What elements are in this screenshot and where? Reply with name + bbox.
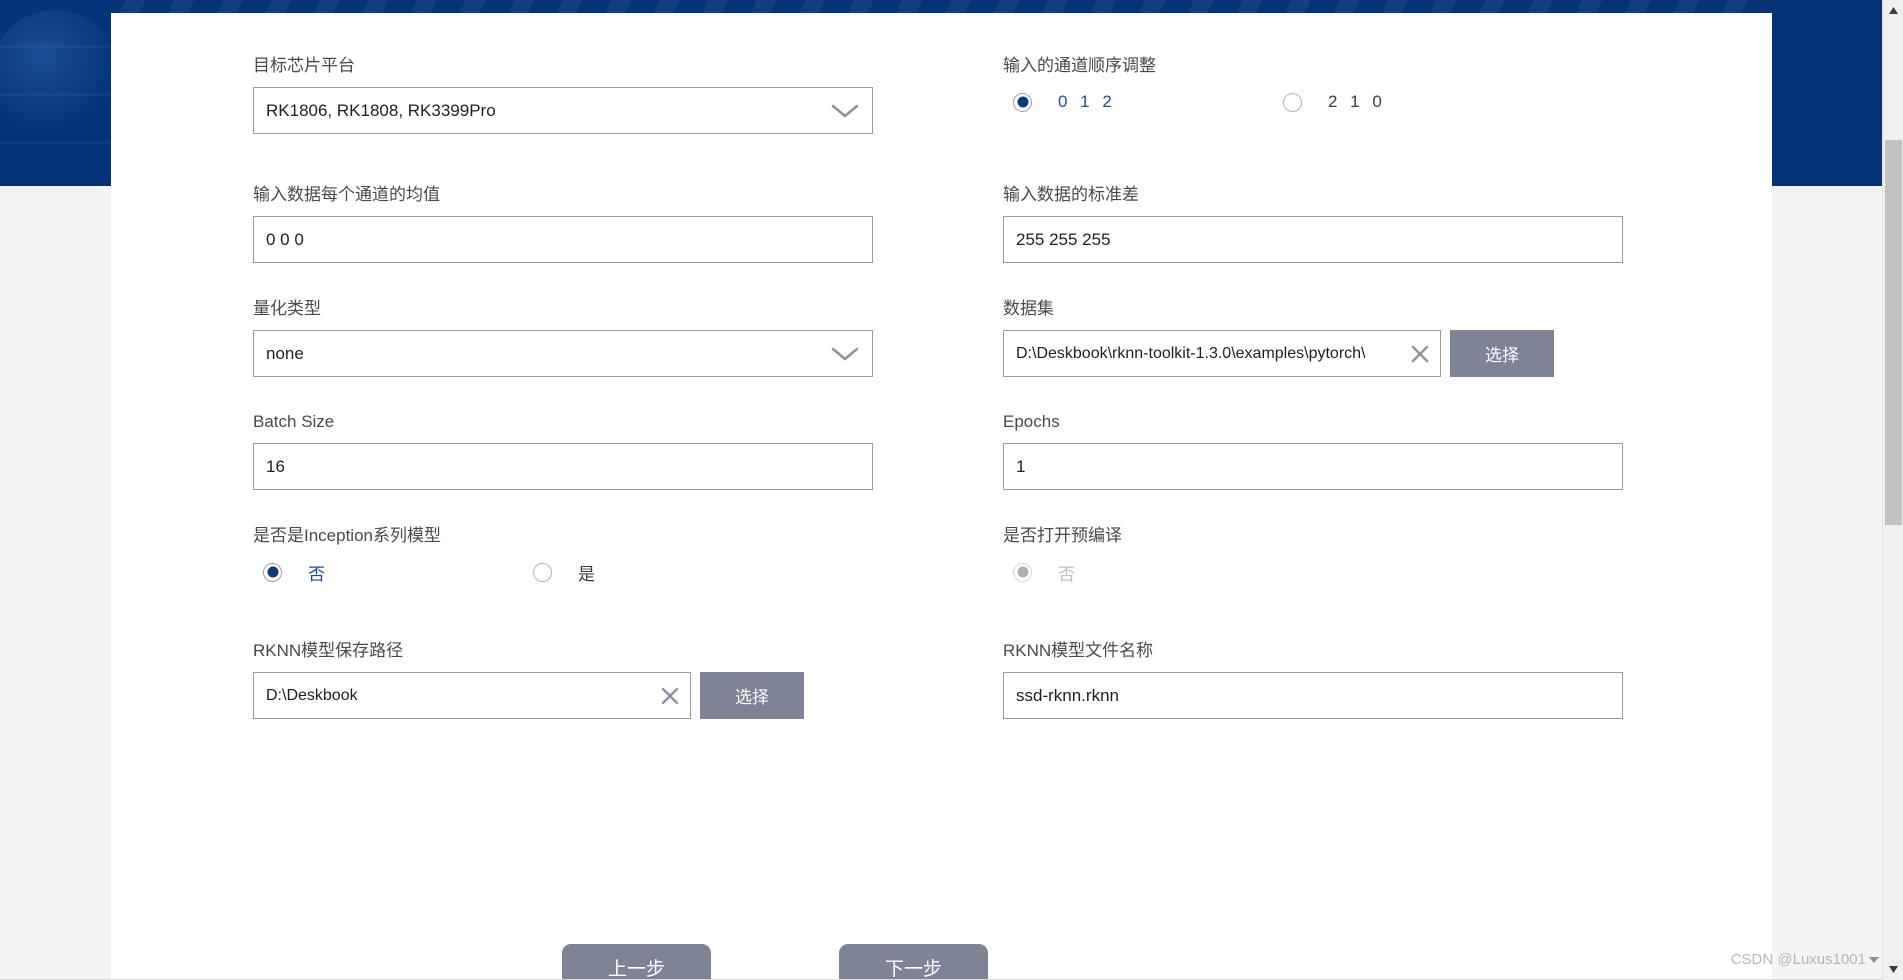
browse-button[interactable]: 选择 bbox=[1450, 330, 1554, 377]
left-field-5: 是否是Inception系列模型否是 bbox=[253, 526, 873, 585]
field-label: 量化类型 bbox=[253, 299, 321, 318]
right-field-5: 是否打开预编译否 bbox=[1003, 526, 1623, 585]
left-field-2: 输入数据每个通道的均值 0 0 0 bbox=[253, 185, 873, 263]
radio-checked-icon bbox=[263, 562, 282, 582]
input-value: ssd-rknn.rknn bbox=[1016, 685, 1119, 705]
file-picker-row: D:\Deskbook\rknn-toolkit-1.3.0\examples\… bbox=[1003, 330, 1623, 377]
select-value: none bbox=[266, 343, 304, 363]
radio-group: 0 1 2 2 1 0 bbox=[1003, 89, 1623, 115]
right-field-2: 输入数据的标准差 255 255 255 bbox=[1003, 185, 1623, 263]
vertical-scrollbar[interactable] bbox=[1882, 0, 1903, 980]
radio-checked-icon bbox=[1013, 562, 1032, 582]
dropdown-select[interactable]: RK1806, RK1808, RK3399Pro bbox=[253, 87, 873, 134]
right-field-4: Epochs 1 bbox=[1003, 412, 1623, 490]
input-value: 255 255 255 bbox=[1016, 229, 1111, 249]
field-label: 输入数据的标准差 bbox=[1003, 185, 1139, 204]
form-card: 目标芯片平台 RK1806, RK1808, RK3399Pro 输入数据每个通道的… bbox=[111, 13, 1772, 980]
left-gutter bbox=[0, 186, 111, 980]
right-field-6: RKNN模型文件名称 ssd-rknn.rknn bbox=[1003, 641, 1623, 719]
field-label: RKNN模型保存路径 bbox=[253, 641, 404, 660]
path-value: D:\Deskbook\rknn-toolkit-1.3.0\examples\… bbox=[1016, 344, 1366, 362]
scroll-down-arrow-icon[interactable] bbox=[1883, 959, 1903, 980]
left-blue-banner bbox=[0, 0, 111, 186]
text-input[interactable]: ssd-rknn.rknn bbox=[1003, 672, 1623, 719]
radio-label: 是 bbox=[578, 564, 595, 584]
dropdown-select[interactable]: none bbox=[253, 330, 873, 377]
text-input[interactable]: 0 0 0 bbox=[253, 216, 873, 263]
browse-button[interactable]: 选择 bbox=[700, 672, 804, 719]
field-label: 是否是Inception系列模型 bbox=[253, 526, 441, 545]
scroll-up-arrow-icon[interactable] bbox=[1883, 0, 1903, 21]
field-label: 是否打开预编译 bbox=[1003, 526, 1122, 545]
field-label: 目标芯片平台 bbox=[253, 56, 355, 75]
left-field-4: Batch Size 16 bbox=[253, 412, 873, 490]
radio-label: 0 1 2 bbox=[1058, 92, 1116, 111]
previous-step-button[interactable]: 上一步 bbox=[562, 944, 711, 980]
right-field-3: 数据集 D:\Deskbook\rknn-toolkit-1.3.0\exampl… bbox=[1003, 299, 1623, 377]
next-step-button[interactable]: 下一步 bbox=[839, 944, 988, 980]
path-value: D:\Deskbook bbox=[266, 686, 358, 704]
input-value: 0 0 0 bbox=[266, 229, 304, 249]
radio-option-1[interactable]: 0 1 2 bbox=[1013, 92, 1116, 112]
footer-button-bar: 上一步 下一步 bbox=[111, 944, 1772, 980]
field-label: Epochs bbox=[1003, 412, 1060, 431]
input-value: 16 bbox=[266, 456, 285, 476]
radio-label: 否 bbox=[308, 564, 325, 584]
chevron-down-icon bbox=[831, 104, 859, 117]
left-field-3: 量化类型 none bbox=[253, 299, 873, 377]
clear-icon[interactable] bbox=[1408, 342, 1432, 366]
left-field-1: 目标芯片平台 RK1806, RK1808, RK3399Pro bbox=[253, 56, 873, 134]
radio-option-1[interactable]: 否 bbox=[263, 560, 325, 585]
radio-group: 否是 bbox=[253, 559, 873, 585]
chevron-down-icon bbox=[831, 347, 859, 360]
text-input[interactable]: 16 bbox=[253, 443, 873, 490]
right-blue-banner bbox=[1772, 0, 1882, 186]
text-input[interactable]: 255 255 255 bbox=[1003, 216, 1623, 263]
triangle-down-icon bbox=[1889, 966, 1898, 973]
radio-option-1: 否 bbox=[1013, 560, 1075, 585]
field-label: 输入的通道顺序调整 bbox=[1003, 56, 1156, 75]
radio-option-2[interactable]: 2 1 0 bbox=[1283, 92, 1386, 112]
radio-label: 否 bbox=[1058, 564, 1075, 584]
path-input[interactable]: D:\Deskbook\rknn-toolkit-1.3.0\examples\… bbox=[1003, 330, 1441, 377]
watermark-text: CSDN @Luxus1001 bbox=[1730, 951, 1866, 968]
file-picker-row: D:\Deskbook 选择 bbox=[253, 672, 873, 719]
radio-group: 否 bbox=[1003, 559, 1623, 585]
radio-label: 2 1 0 bbox=[1328, 92, 1386, 111]
field-label: RKNN模型文件名称 bbox=[1003, 641, 1154, 660]
caret-down-icon bbox=[1869, 956, 1879, 963]
field-label: 输入数据每个通道的均值 bbox=[253, 185, 440, 204]
clear-icon[interactable] bbox=[658, 684, 682, 708]
app-window: 目标芯片平台 RK1806, RK1808, RK3399Pro 输入数据每个通道的… bbox=[0, 0, 1903, 980]
radio-unchecked-icon bbox=[1283, 92, 1302, 112]
radio-unchecked-icon bbox=[533, 562, 552, 582]
left-field-6: RKNN模型保存路径 D:\Deskbook 选择 bbox=[253, 641, 873, 719]
radio-checked-icon bbox=[1013, 92, 1032, 112]
text-input[interactable]: 1 bbox=[1003, 443, 1623, 490]
field-label: Batch Size bbox=[253, 412, 335, 431]
right-gutter bbox=[1772, 186, 1882, 980]
path-input[interactable]: D:\Deskbook bbox=[253, 672, 691, 719]
field-label: 数据集 bbox=[1003, 299, 1054, 318]
triangle-up-icon bbox=[1889, 7, 1898, 14]
input-value: 1 bbox=[1016, 456, 1026, 476]
scrollbar-thumb[interactable] bbox=[1885, 140, 1902, 525]
watermark: CSDN @Luxus1001 bbox=[1731, 951, 1879, 968]
select-value: RK1806, RK1808, RK3399Pro bbox=[266, 100, 496, 120]
right-field-1: 输入的通道顺序调整 0 1 2 2 1 0 bbox=[1003, 56, 1623, 115]
radio-option-2[interactable]: 是 bbox=[533, 560, 595, 585]
